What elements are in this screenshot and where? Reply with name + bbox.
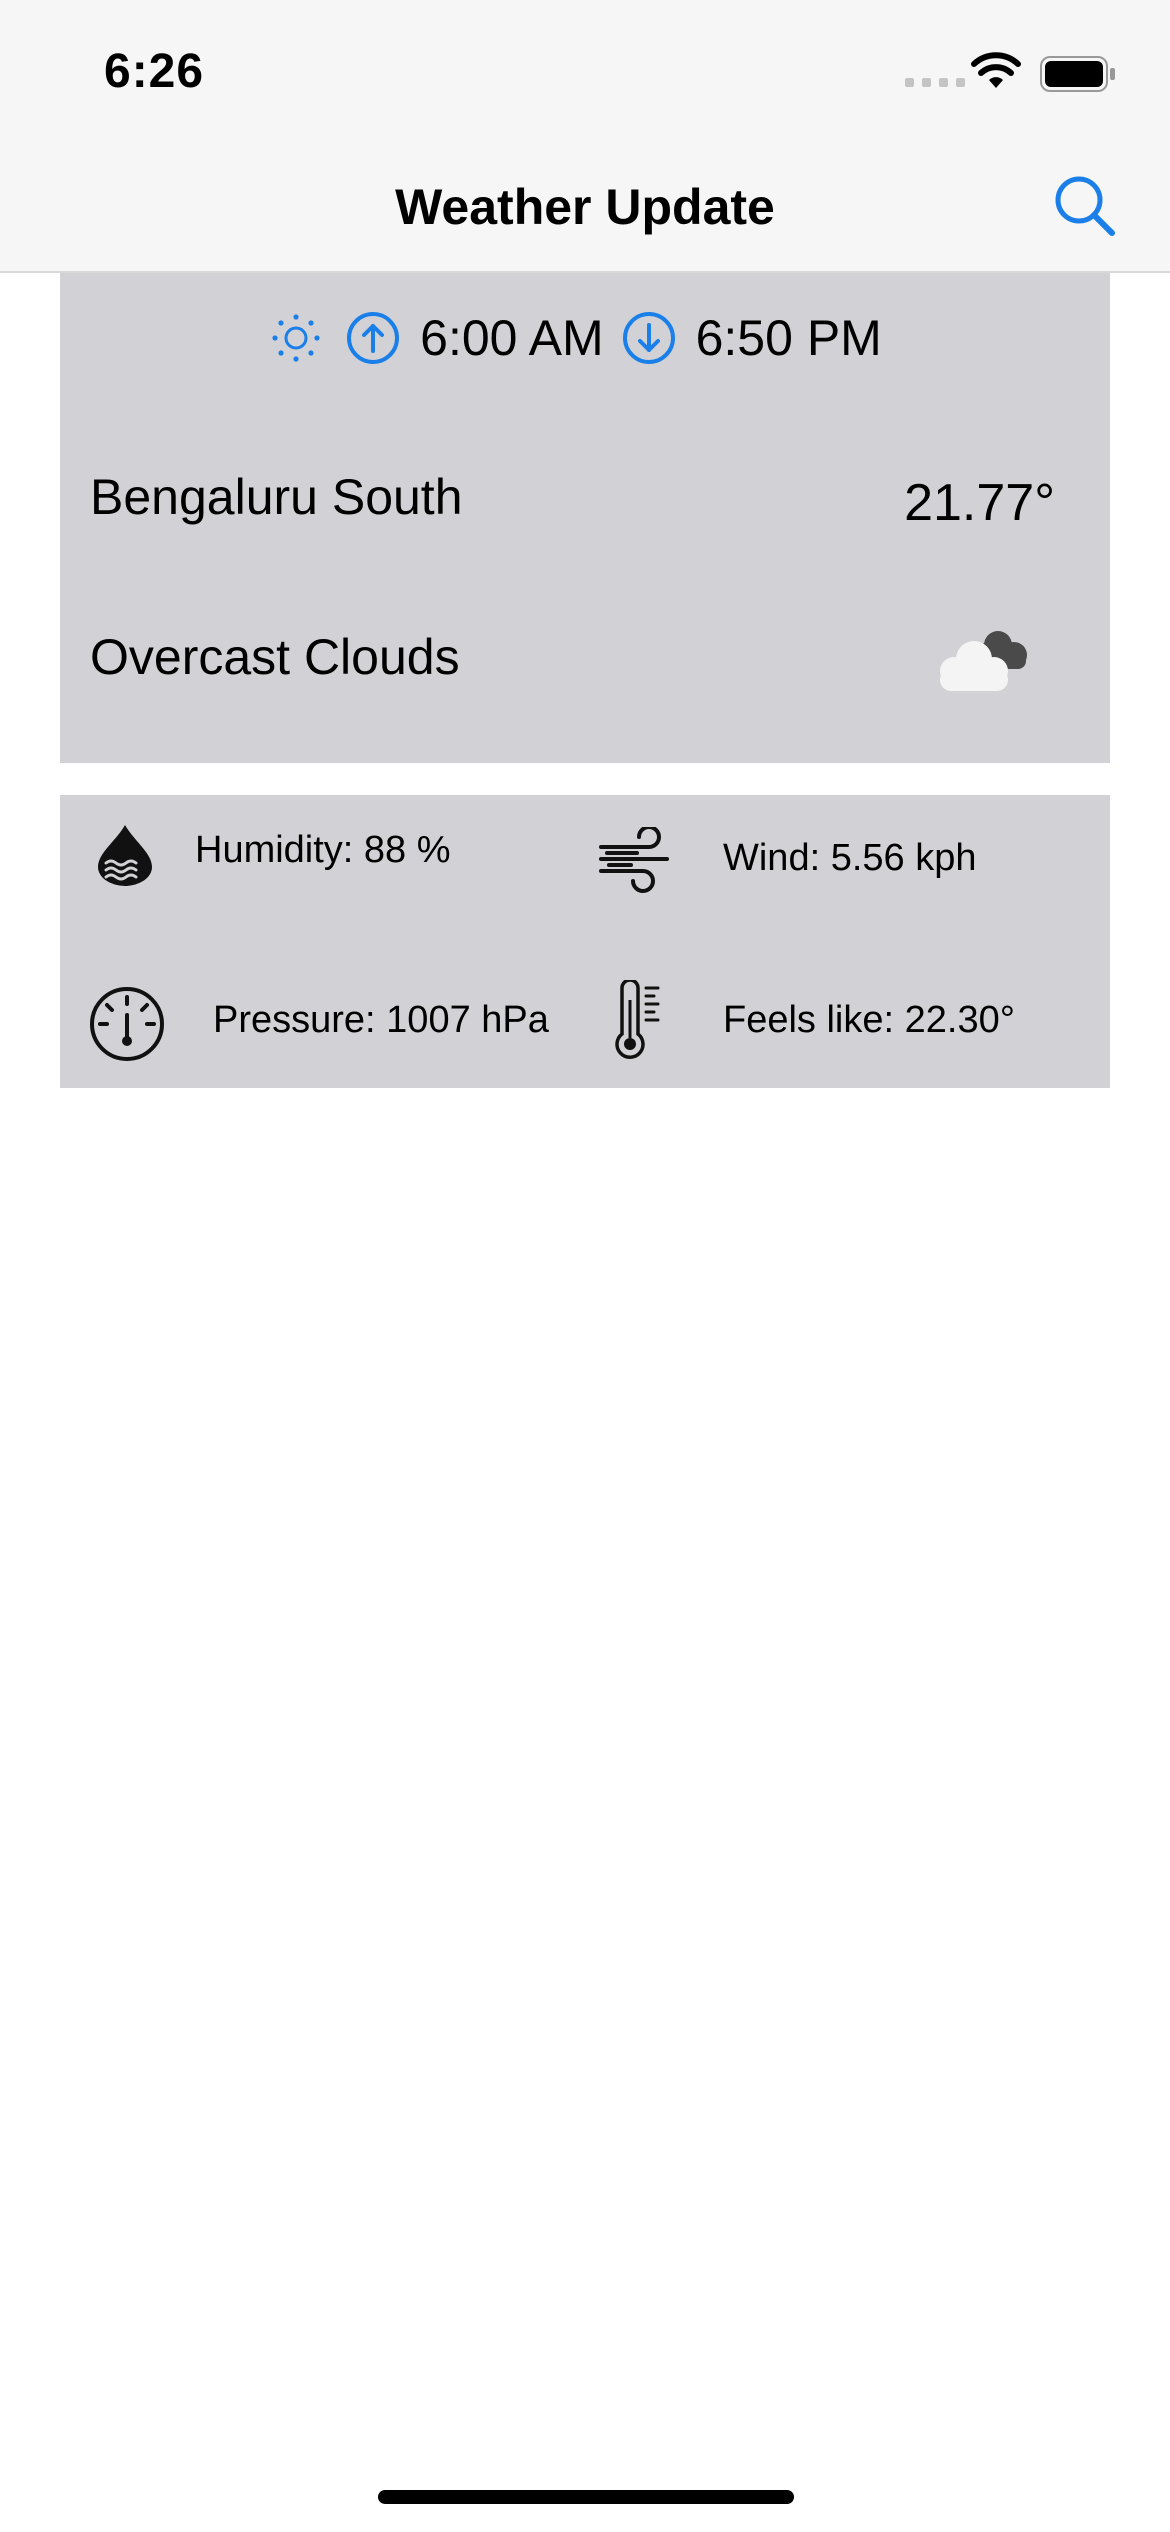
sunrise-arrow-up-icon <box>347 312 400 364</box>
wind-icon <box>599 827 669 893</box>
weather-description: Overcast Clouds <box>90 629 460 685</box>
temperature: 21.77° <box>904 474 1055 532</box>
feels-like-value: Feels like: 22.30° <box>723 999 1015 1041</box>
home-indicator[interactable] <box>378 2490 794 2504</box>
sunrise-time: 6:00 AM <box>420 310 604 366</box>
search-icon[interactable] <box>1052 173 1118 239</box>
sunset-time: 6:50 PM <box>695 310 882 366</box>
humidity-value: Humidity: 88 % <box>195 829 451 871</box>
status-time: 6:26 <box>104 45 205 98</box>
sunset-arrow-down-icon <box>622 312 675 364</box>
wind-value: Wind: 5.56 kph <box>723 837 977 879</box>
humidity-drop-icon <box>98 825 152 886</box>
sun-icon <box>272 314 320 362</box>
weather-summary-card: 6:00 AM 6:50 PM Bengaluru South 21.77° O… <box>60 273 1110 763</box>
thermometer-icon <box>615 980 660 1059</box>
pressure-gauge-icon <box>90 987 164 1061</box>
cloud-icon <box>940 631 1027 691</box>
city-name: Bengaluru South <box>90 469 463 525</box>
page-title: Weather Update <box>395 179 775 235</box>
sun-times-row: 6:00 AM 6:50 PM <box>60 303 1110 373</box>
wifi-icon <box>971 52 1021 88</box>
battery-icon <box>1040 56 1115 92</box>
pressure-value: Pressure: 1007 hPa <box>213 999 549 1041</box>
weather-details-card: Humidity: 88 % Wind: 5.56 kph Pressure: … <box>60 795 1110 1088</box>
cellular-signal-icon <box>905 78 965 87</box>
navigation-bar: 6:26 Weather Update <box>0 0 1170 273</box>
